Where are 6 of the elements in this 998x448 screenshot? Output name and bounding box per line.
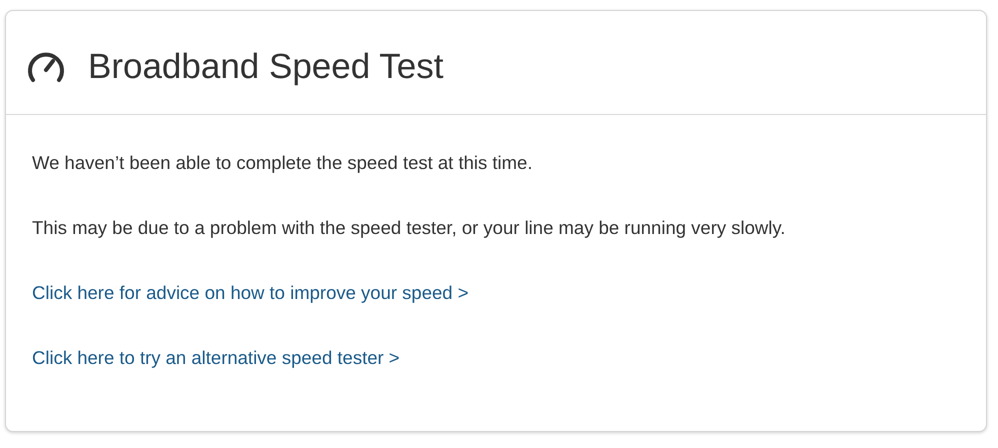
- help-link[interactable]: Click here for advice on how to improve your speed >: [32, 281, 469, 304]
- speedometer-icon: [26, 50, 66, 82]
- help-link[interactable]: Click here to try an alternative speed tester >: [32, 346, 400, 369]
- message-text: We haven’t been able to complete the speed test at this time.: [32, 151, 534, 174]
- page-title: Broadband Speed Test: [88, 46, 444, 86]
- message-text: This may be due to a problem with the speed tester, or your line may be running very slowly.: [32, 216, 786, 239]
